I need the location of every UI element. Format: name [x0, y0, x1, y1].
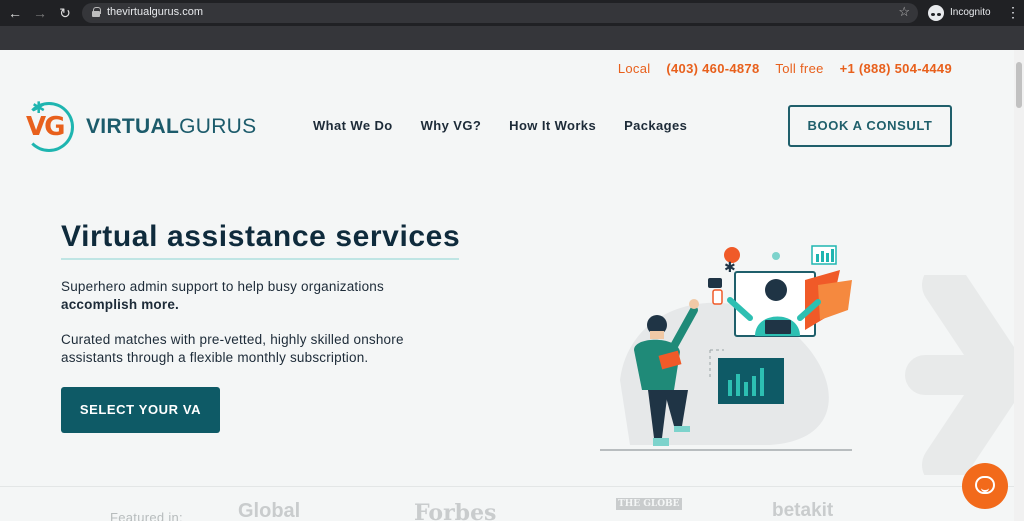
browser-chrome: ← → ↻ thevirtualgurus.com ☆ Incognito ⋮	[0, 0, 1024, 50]
press-logo-global[interactable]: Global	[238, 500, 300, 521]
nav-item-what-we-do[interactable]: What We Do	[313, 118, 393, 133]
featured-in-label: Featured in:	[110, 510, 183, 521]
local-label: Local	[617, 61, 651, 76]
contact-bar: Local (403) 460-4878 Toll free +1 (888) …	[606, 61, 952, 76]
lock-icon	[92, 7, 101, 17]
reload-icon[interactable]: ↻	[56, 4, 74, 22]
section-divider	[0, 486, 1014, 487]
hero-title: Virtual assistance services	[61, 220, 461, 253]
hero-title-underline	[61, 258, 459, 260]
incognito-label[interactable]: Incognito	[950, 7, 991, 18]
browser-toolbar: ← → ↻ thevirtualgurus.com ☆ Incognito ⋮	[0, 0, 1024, 26]
select-your-va-button[interactable]: SELECT YOUR VA	[61, 387, 220, 433]
svg-text:✱: ✱	[724, 260, 736, 276]
main-nav: What We Do Why VG? How It Works Packages	[313, 118, 715, 133]
background-arrow-shape	[905, 275, 1014, 475]
press-logo-globe[interactable]: THE GLOBE	[616, 498, 682, 510]
nav-item-packages[interactable]: Packages	[624, 118, 687, 133]
logo-mark: VG	[26, 112, 65, 142]
page-scrollbar[interactable]	[1014, 50, 1024, 521]
chat-icon	[975, 476, 995, 494]
incognito-icon[interactable]	[928, 5, 944, 21]
nav-item-why-vg[interactable]: Why VG?	[421, 118, 482, 133]
logo-wordmark: VIRTUALGURUS	[86, 115, 257, 138]
page-content: Local (403) 460-4878 Toll free +1 (888) …	[0, 50, 1014, 521]
local-phone-link[interactable]: (403) 460-4878	[666, 61, 759, 76]
site-logo[interactable]: ✱ VG VIRTUALGURUS	[24, 98, 256, 154]
hero-tagline: Superhero admin support to help busy org…	[61, 279, 384, 312]
browser-menu-icon[interactable]: ⋮	[1006, 4, 1020, 21]
bookmark-star-icon[interactable]: ☆	[898, 4, 910, 20]
back-icon[interactable]: ←	[6, 4, 24, 22]
hero-description: Curated matches with pre-vetted, highly …	[61, 332, 404, 365]
url-text[interactable]: thevirtualgurus.com	[107, 6, 203, 18]
hero-tagline-emphasis: accomplish more.	[61, 297, 179, 312]
scrollbar-thumb[interactable]	[1016, 62, 1022, 108]
press-logo-forbes[interactable]: Forbes	[414, 500, 496, 521]
nav-item-how-it-works[interactable]: How It Works	[509, 118, 596, 133]
address-bar[interactable]: thevirtualgurus.com ☆	[82, 3, 918, 23]
book-consult-button[interactable]: BOOK A CONSULT	[788, 105, 952, 147]
press-logo-betakit[interactable]: betakit	[772, 500, 833, 521]
tollfree-label: Toll free	[775, 61, 824, 76]
hero-illustration: ✱	[600, 245, 852, 451]
chat-widget-button[interactable]	[962, 463, 1008, 509]
forward-icon[interactable]: →	[31, 4, 49, 22]
tollfree-phone-link[interactable]: +1 (888) 504-4449	[840, 61, 952, 76]
